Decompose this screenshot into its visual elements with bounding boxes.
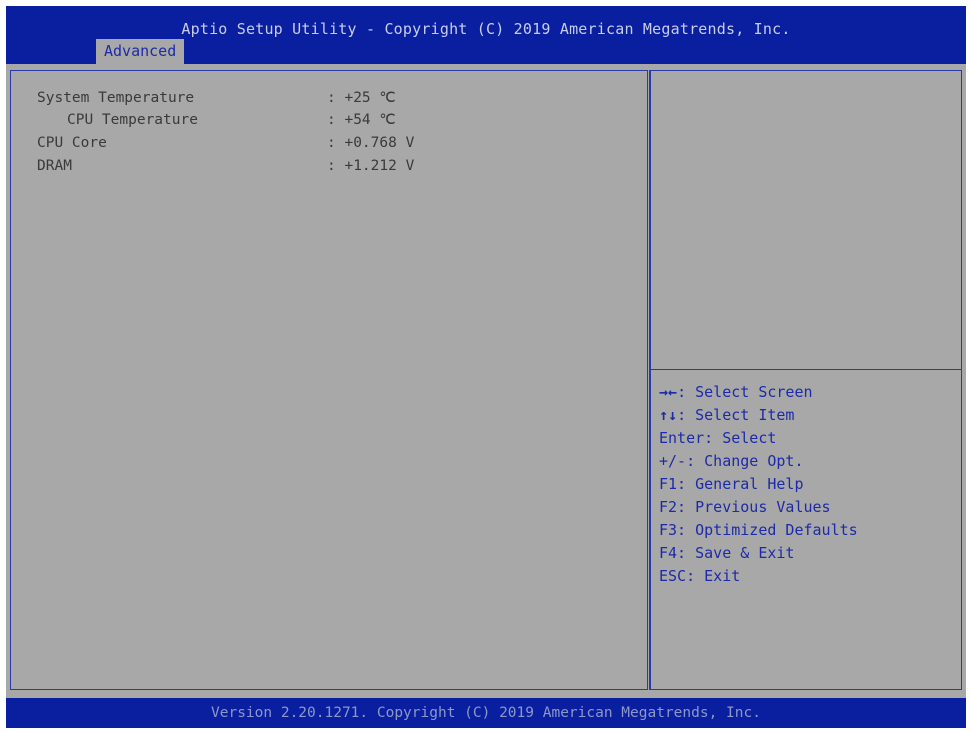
arrows-left-right-icon: →← xyxy=(659,383,678,401)
setting-label: CPU Core xyxy=(37,135,107,151)
setting-value: : +54 ℃ xyxy=(327,112,396,128)
setting-value: : +25 ℃ xyxy=(327,90,396,106)
arrows-up-down-icon: ↑↓ xyxy=(659,406,678,424)
version-text: Version 2.20.1271. Copyright (C) 2019 Am… xyxy=(211,705,761,721)
help-f2: F2: Previous Values xyxy=(659,498,831,516)
help-text: : Select Item xyxy=(677,406,795,424)
help-f1: F1: General Help xyxy=(659,475,804,493)
help-esc: ESC: Exit xyxy=(659,567,741,585)
help-text: : Select Screen xyxy=(677,383,813,401)
help-panel: →←: Select Screen ↑↓: Select Item Enter:… xyxy=(649,70,962,690)
help-divider xyxy=(651,369,961,370)
tab-advanced[interactable]: Advanced xyxy=(96,39,185,64)
help-change-opt: +/-: Change Opt. xyxy=(659,452,804,470)
help-enter: Enter: Select xyxy=(659,429,777,447)
settings-panel: System Temperature : +25 ℃ CPU Temperatu… xyxy=(10,70,648,690)
bios-screen: Aptio Setup Utility - Copyright (C) 2019… xyxy=(0,0,971,732)
app-title: Aptio Setup Utility - Copyright (C) 2019… xyxy=(181,20,791,38)
header-bar: Aptio Setup Utility - Copyright (C) 2019… xyxy=(6,6,966,64)
setting-value: : +1.212 V xyxy=(327,158,415,174)
help-f3: F3: Optimized Defaults xyxy=(659,521,858,539)
footer-bar: Version 2.20.1271. Copyright (C) 2019 Am… xyxy=(6,698,966,728)
setting-label: CPU Temperature xyxy=(67,112,198,128)
setting-row-dram[interactable]: DRAM : +1.212 V xyxy=(37,155,637,177)
help-f4: F4: Save & Exit xyxy=(659,544,795,562)
setting-value: : +0.768 V xyxy=(327,135,415,151)
setting-row-cpu-core[interactable]: CPU Core : +0.768 V xyxy=(37,132,637,154)
setting-label: System Temperature xyxy=(37,90,195,106)
main-area: System Temperature : +25 ℃ CPU Temperatu… xyxy=(6,64,966,698)
help-select-screen: →←: Select Screen xyxy=(659,381,813,403)
setting-label: DRAM xyxy=(37,158,72,174)
setting-row-system-temperature[interactable]: System Temperature : +25 ℃ xyxy=(37,87,637,109)
help-select-item: ↑↓: Select Item xyxy=(659,404,794,426)
setting-row-cpu-temperature[interactable]: CPU Temperature : +54 ℃ xyxy=(67,109,637,131)
